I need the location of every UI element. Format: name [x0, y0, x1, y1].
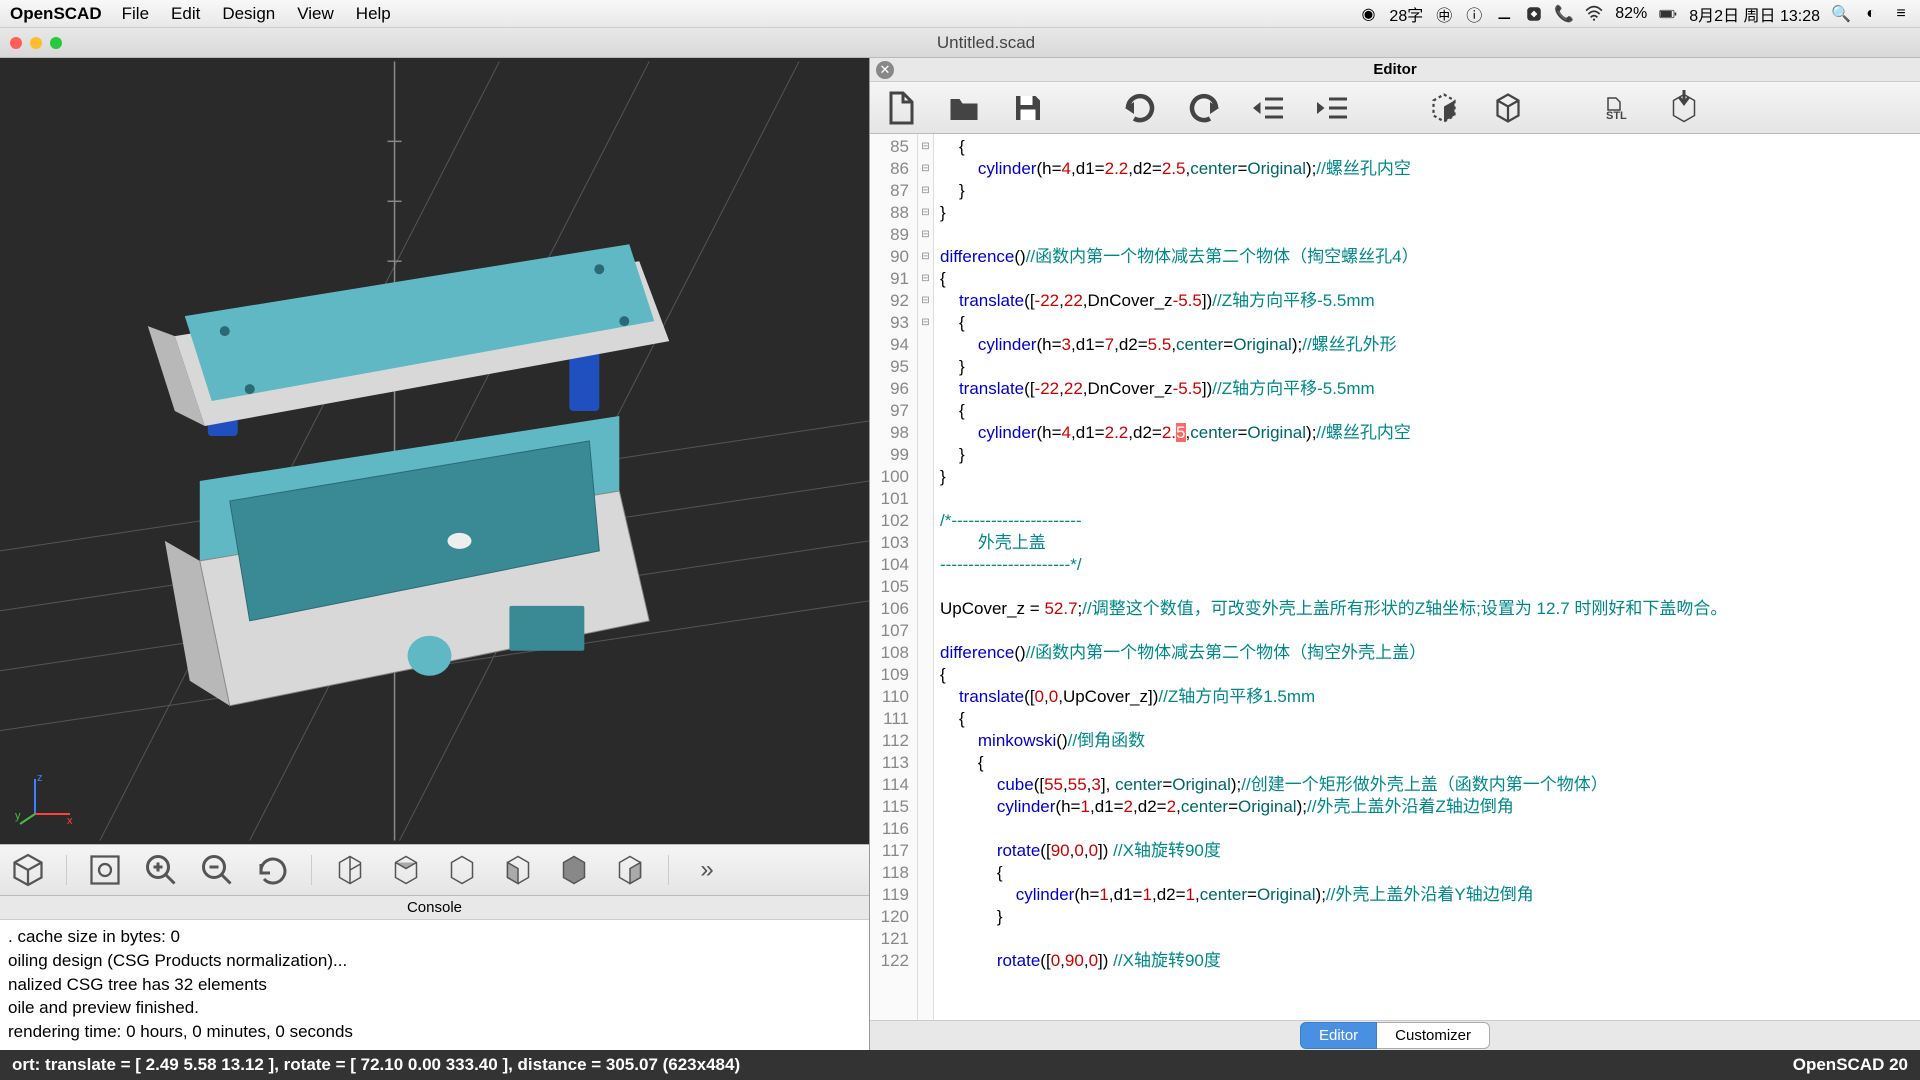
- window-title: Untitled.scad: [62, 33, 1910, 53]
- statusbar: ort: translate = [ 2.49 5.58 13.12 ], ro…: [0, 1050, 1920, 1080]
- view-front-icon[interactable]: [556, 852, 592, 888]
- render-preview: [0, 58, 869, 844]
- notification-icon[interactable]: ≡: [1892, 5, 1910, 23]
- version-label: OpenSCAD 20: [1793, 1055, 1908, 1075]
- ime-status[interactable]: 28字: [1389, 2, 1423, 26]
- tab-editor[interactable]: Editor: [1300, 1022, 1377, 1049]
- console-line: . cache size in bytes: 0: [8, 925, 861, 949]
- zoom-in-icon[interactable]: [143, 852, 179, 888]
- editor-header: ✕ Editor: [870, 58, 1920, 82]
- undo-icon[interactable]: [1122, 90, 1158, 126]
- menu-view[interactable]: View: [297, 4, 334, 24]
- battery-icon[interactable]: [1659, 5, 1677, 23]
- open-file-icon[interactable]: [946, 90, 982, 126]
- overflow-icon[interactable]: »: [689, 852, 725, 888]
- svg-text:STL: STL: [1606, 110, 1627, 122]
- render-button-icon[interactable]: [1490, 90, 1526, 126]
- bottom-tabs: Editor Customizer: [870, 1020, 1920, 1050]
- app-name: OpenSCAD: [10, 4, 102, 24]
- code-editor[interactable]: 8586878889909192939495969798991001011021…: [870, 134, 1920, 1020]
- view-left-icon[interactable]: [500, 852, 536, 888]
- zoom-fit-icon[interactable]: [87, 852, 123, 888]
- date-time[interactable]: 8月2日 周日 13:28: [1689, 2, 1820, 26]
- editor-toolbar: STL: [870, 82, 1920, 134]
- menu-help[interactable]: Help: [356, 4, 391, 24]
- reset-view-icon[interactable]: [255, 852, 291, 888]
- battery-percent[interactable]: 82%: [1615, 5, 1647, 23]
- accessibility-icon[interactable]: ⓘ: [1465, 5, 1483, 23]
- svg-text:x: x: [67, 815, 73, 827]
- menu-edit[interactable]: Edit: [171, 4, 200, 24]
- new-file-icon[interactable]: [882, 90, 918, 126]
- viewer-toolbar: »: [0, 844, 869, 896]
- wifi-icon[interactable]: [1585, 5, 1603, 23]
- record-icon[interactable]: ◉: [1359, 5, 1377, 23]
- editor-title: Editor: [1373, 61, 1416, 78]
- fold-gutter[interactable]: ⊟⊟⊟⊟⊟⊟⊟⊟⊟: [918, 134, 934, 1020]
- code-lines[interactable]: { cylinder(h=4,d1=2.2,d2=2.5,center=Orig…: [934, 134, 1920, 1020]
- traffic-lights: [10, 37, 62, 49]
- macos-menubar: OpenSCAD File Edit Design View Help ◉ 28…: [0, 0, 1920, 28]
- export-stl-icon[interactable]: STL: [1602, 90, 1638, 126]
- siri-icon[interactable]: ◐: [1862, 5, 1880, 23]
- console-line: oiling design (CSG Products normalizatio…: [8, 949, 861, 973]
- view-back-icon[interactable]: [612, 852, 648, 888]
- zoom-out-icon[interactable]: [199, 852, 235, 888]
- viewport-status: ort: translate = [ 2.49 5.58 13.12 ], ro…: [12, 1055, 740, 1075]
- view-bottom-icon[interactable]: [444, 852, 480, 888]
- menu-file[interactable]: File: [122, 4, 149, 24]
- preview-icon[interactable]: [10, 852, 46, 888]
- tab-customizer[interactable]: Customizer: [1377, 1022, 1490, 1049]
- 3d-viewport[interactable]: z x y: [0, 58, 869, 844]
- maximize-window-button[interactable]: [50, 37, 62, 49]
- send-to-print-icon[interactable]: [1666, 90, 1702, 126]
- line-gutter: 8586878889909192939495969798991001011021…: [870, 134, 918, 1020]
- console-header: Console: [0, 896, 869, 920]
- svg-text:z: z: [37, 772, 43, 784]
- bluetooth-icon[interactable]: ⚊: [1495, 5, 1513, 23]
- window-titlebar: Untitled.scad: [0, 28, 1920, 58]
- view-top-icon[interactable]: [388, 852, 424, 888]
- console-line: oile and preview finished.: [8, 996, 861, 1020]
- console-line: nalized CSG tree has 32 elements: [8, 973, 861, 997]
- console[interactable]: . cache size in bytes: 0 oiling design (…: [0, 920, 869, 1050]
- save-file-icon[interactable]: [1010, 90, 1046, 126]
- phone-icon[interactable]: 📞: [1555, 5, 1573, 23]
- close-window-button[interactable]: [10, 37, 22, 49]
- view-right-icon[interactable]: [332, 852, 368, 888]
- console-line: rendering time: 0 hours, 0 minutes, 0 se…: [8, 1020, 861, 1044]
- redo-icon[interactable]: [1186, 90, 1222, 126]
- axis-indicator: z x y: [15, 769, 75, 829]
- preview-button-icon[interactable]: [1426, 90, 1462, 126]
- close-panel-icon[interactable]: ✕: [876, 61, 894, 79]
- ime-icon[interactable]: ㊥: [1435, 5, 1453, 23]
- app-tray-icon[interactable]: [1525, 5, 1543, 23]
- minimize-window-button[interactable]: [30, 37, 42, 49]
- svg-text:y: y: [15, 810, 21, 822]
- indent-icon[interactable]: [1314, 90, 1350, 126]
- spotlight-icon[interactable]: 🔍: [1832, 5, 1850, 23]
- menu-design[interactable]: Design: [222, 4, 275, 24]
- unindent-icon[interactable]: [1250, 90, 1286, 126]
